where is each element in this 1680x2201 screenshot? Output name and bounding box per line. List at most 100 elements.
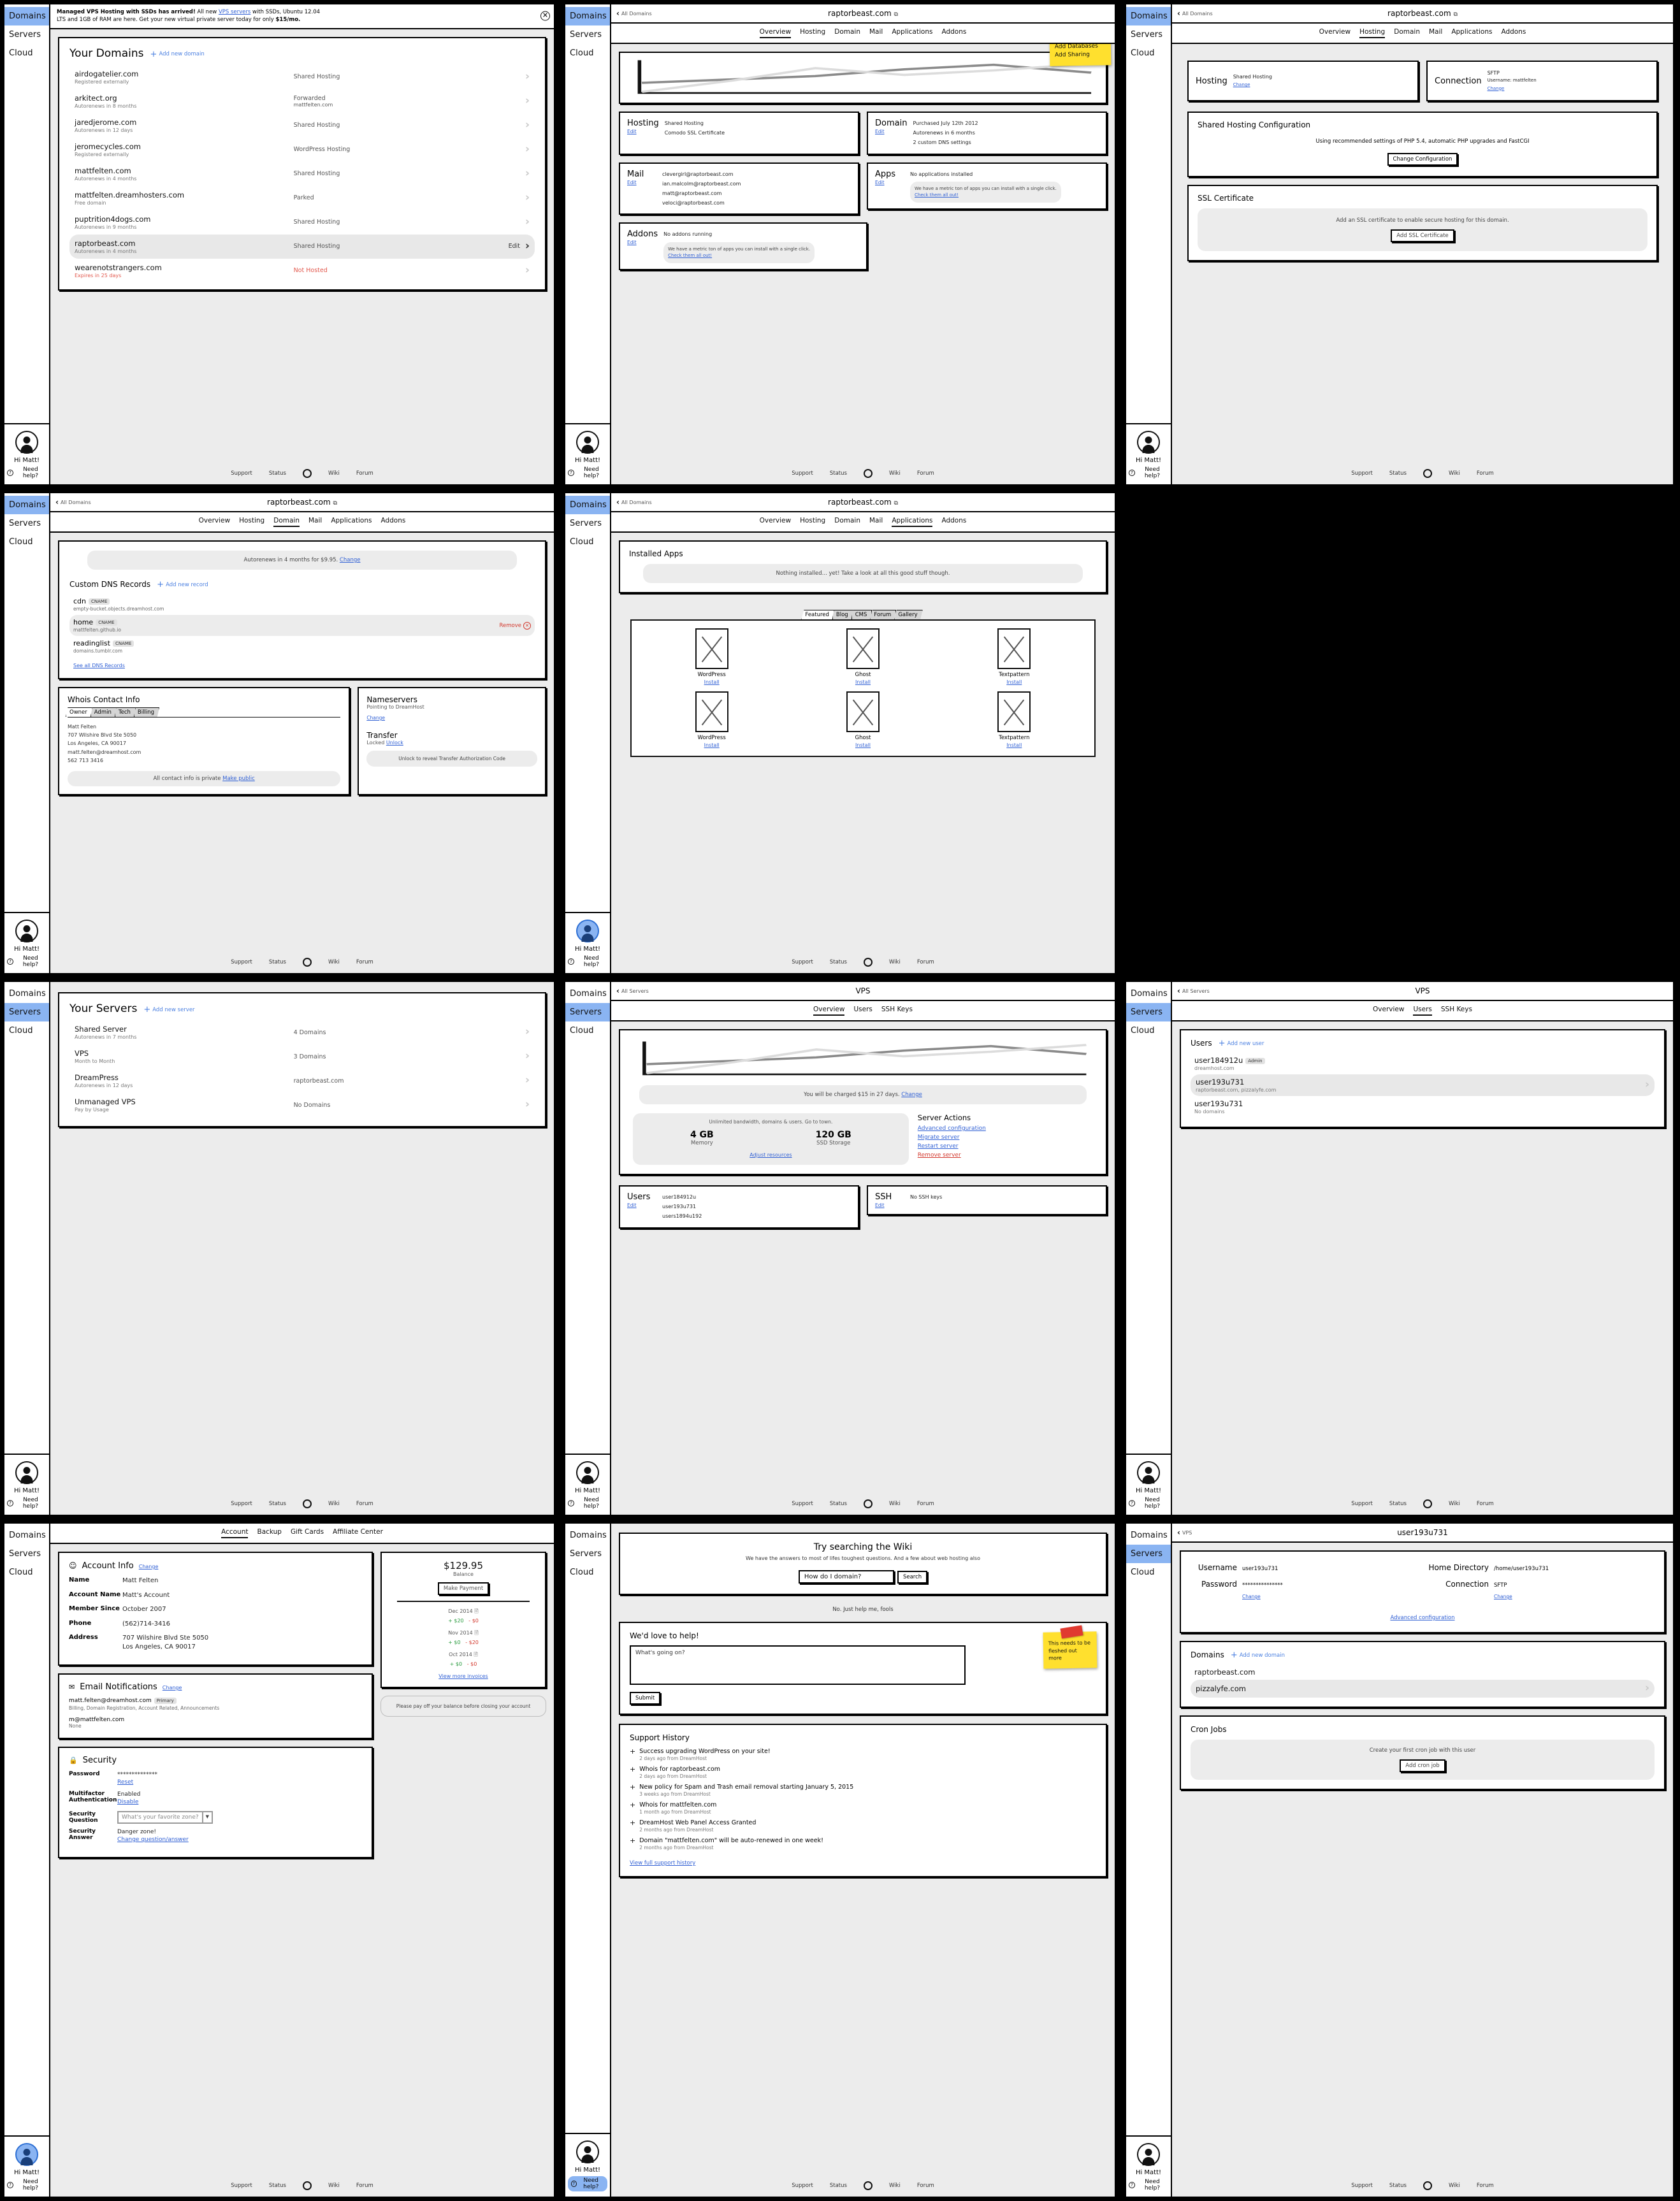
user-box[interactable]: Hi Matt! ? Need help? [4, 2135, 49, 2197]
tab-tech[interactable]: Tech [114, 707, 136, 717]
sidebar-item-servers[interactable]: Servers [1126, 1003, 1171, 1021]
sidebar-item-servers[interactable]: Servers [1126, 1545, 1171, 1563]
footer-link-forum[interactable]: Forum [356, 959, 373, 965]
need-help-link[interactable]: ? Need help? [1129, 2179, 1168, 2191]
user-box[interactable]: Hi Matt! ? Need help? [565, 1454, 610, 1515]
edit-link[interactable]: Edit [875, 180, 904, 185]
sidebar-item-servers[interactable]: Servers [4, 514, 49, 533]
sidebar-item-cloud[interactable]: Cloud [4, 533, 49, 551]
change-email-link[interactable]: Change [163, 1685, 182, 1691]
need-help-link[interactable]: ? Need help? [1129, 466, 1168, 479]
footer-link-wiki[interactable]: Wiki [328, 2183, 340, 2189]
dns-record-row[interactable]: cdn CNAME empty-bucket.objects.dreamhost.c… [69, 594, 535, 615]
check-apps-link[interactable]: Check them all out! [915, 192, 959, 198]
install-link[interactable]: Install [941, 679, 1088, 685]
table-row[interactable]: puptrition4dogs.com Autorenews in 9 month… [69, 210, 535, 235]
list-item[interactable]: + Whois for mattfelten.com 1 month ago fro… [630, 1801, 1096, 1815]
tab-account[interactable]: Account [221, 1528, 249, 1538]
table-row[interactable]: user184912u Admin dreamhost.com [1191, 1053, 1655, 1074]
footer-link-wiki[interactable]: Wiki [889, 1501, 901, 1507]
sidebar-item-cloud[interactable]: Cloud [1126, 1021, 1171, 1040]
user-box[interactable]: Hi Matt! ? Need help? [1126, 1454, 1171, 1515]
vps-servers-link[interactable]: VPS servers [219, 9, 250, 15]
footer-link-support[interactable]: Support [231, 1501, 252, 1507]
change-nameservers-link[interactable]: Change [366, 715, 385, 721]
app-card[interactable]: WordPress Install [638, 628, 785, 685]
footer-link-forum[interactable]: Forum [1477, 1501, 1494, 1507]
footer-link-wiki[interactable]: Wiki [1449, 470, 1460, 477]
tab-overview[interactable]: Overview [1319, 28, 1351, 38]
sidebar-item-domains[interactable]: Domains [1126, 985, 1171, 1003]
sidebar-item-cloud[interactable]: Cloud [4, 1021, 49, 1040]
footer-link-wiki[interactable]: Wiki [889, 2183, 901, 2189]
subm1t-button[interactable]: Submit [630, 1692, 661, 1705]
tab-addons[interactable]: Addons [380, 517, 405, 527]
tab-mail[interactable]: Mail [308, 517, 322, 527]
footer-link-forum[interactable]: Forum [917, 470, 934, 477]
app-card[interactable]: Textpattern Install [941, 691, 1088, 748]
footer-link-status[interactable]: Status [1389, 470, 1407, 477]
footer-link-wiki[interactable]: Wiki [328, 959, 340, 965]
user-box[interactable]: Hi Matt! ? Need help? [1126, 2135, 1171, 2197]
restart-server-link[interactable]: Restart server [918, 1143, 1093, 1150]
change-plan-link[interactable]: Change [901, 1092, 922, 1098]
sidebar-item-domains[interactable]: Domains [565, 7, 610, 25]
sidebar-item-domains[interactable]: Domains [4, 985, 49, 1003]
user-box[interactable]: Hi Matt! ? Need help? [4, 423, 49, 484]
tab-admin[interactable]: Admin [90, 707, 117, 717]
table-row[interactable]: mattfelten.com Autorenews in 4 months Shar… [69, 162, 535, 186]
back-to-all-servers[interactable]: ‹ All Servers [1177, 987, 1210, 995]
view-more-invoices-link[interactable]: View more invoices [438, 1673, 488, 1679]
need-help-link[interactable]: ? Need help? [7, 955, 47, 968]
tab-overview[interactable]: Overview [813, 1006, 845, 1016]
footer-link-status[interactable]: Status [830, 2183, 847, 2189]
table-row[interactable]: VPS Month to Month 3 Domains › [69, 1044, 535, 1069]
table-row[interactable]: jaredjerome.com Autorenews in 12 days Shar… [69, 113, 535, 138]
back-to-vps[interactable]: ‹ VPS [1177, 1529, 1192, 1536]
tab-ssh-keys[interactable]: SSH Keys [881, 1006, 913, 1016]
footer-link-wiki[interactable]: Wiki [889, 470, 901, 477]
table-row[interactable]: DreamPress Autorenews in 12 days raptorbea… [69, 1069, 535, 1093]
external-link-icon[interactable]: ⧉ [894, 500, 898, 507]
footer-link-wiki[interactable]: Wiki [328, 1501, 340, 1507]
footer-link-status[interactable]: Status [269, 1501, 286, 1507]
footer-link-support[interactable]: Support [231, 959, 252, 965]
tab-applications[interactable]: Applications [331, 517, 372, 527]
tab-domain[interactable]: Domain [834, 517, 860, 527]
tab-overview[interactable]: Overview [760, 517, 791, 527]
change-configuration-button[interactable]: Change Configuration [1387, 153, 1458, 166]
user-box[interactable]: Hi Matt! ? Need help? [1126, 423, 1171, 484]
add-new-server-button[interactable]: + Add new server [143, 1006, 194, 1014]
back-to-all-servers[interactable]: ‹ All Servers [616, 987, 649, 995]
edit-link[interactable]: Edit [627, 129, 659, 134]
reset-password-link[interactable]: Reset [117, 1779, 133, 1786]
sidebar-item-servers[interactable]: Servers [565, 25, 610, 44]
advanced-configuration-link[interactable]: Advanced configuration [918, 1125, 1093, 1132]
back-to-all-domains[interactable]: ‹ All Domains [616, 10, 652, 17]
message-textarea[interactable]: What's going on? [630, 1645, 966, 1685]
app-card[interactable]: Ghost Install [789, 628, 936, 685]
edit-link[interactable]: Edit [627, 1202, 656, 1208]
tab-billing[interactable]: Billing [133, 707, 159, 717]
tab-backup[interactable]: Backup [257, 1528, 282, 1538]
tab-forum[interactable]: Forum [870, 610, 897, 619]
add-new-domain-button[interactable]: + Add new domain [1231, 1651, 1285, 1659]
sidebar-item-cloud[interactable]: Cloud [1126, 1563, 1171, 1582]
edit-link[interactable]: Edit [627, 240, 658, 245]
install-link[interactable]: Install [638, 742, 785, 748]
need-help-link[interactable]: ? Need help? [7, 2179, 47, 2191]
install-link[interactable]: Install [789, 742, 936, 748]
user-box[interactable]: Hi Matt! ? Need help? [4, 912, 49, 973]
sidebar-item-domains[interactable]: Domains [4, 7, 49, 25]
search-button[interactable]: Search [897, 1571, 928, 1584]
footer-link-support[interactable]: Support [231, 470, 252, 477]
make-public-link[interactable]: Make public [222, 776, 255, 782]
search-input[interactable]: How do I domain? [798, 1570, 894, 1584]
tab-gallery[interactable]: Gallery [894, 610, 923, 619]
table-row-selected[interactable]: raptorbeast.com Autorenews in 4 months Sha… [69, 234, 535, 259]
footer-link-wiki[interactable]: Wiki [328, 470, 340, 477]
tab-featured[interactable]: Featured [801, 610, 834, 619]
change-connection-link[interactable]: Change [1488, 86, 1505, 91]
footer-link-status[interactable]: Status [269, 2183, 286, 2189]
dns-record-row[interactable]: readinglist CNAME domains.tumblr.com [69, 636, 535, 657]
